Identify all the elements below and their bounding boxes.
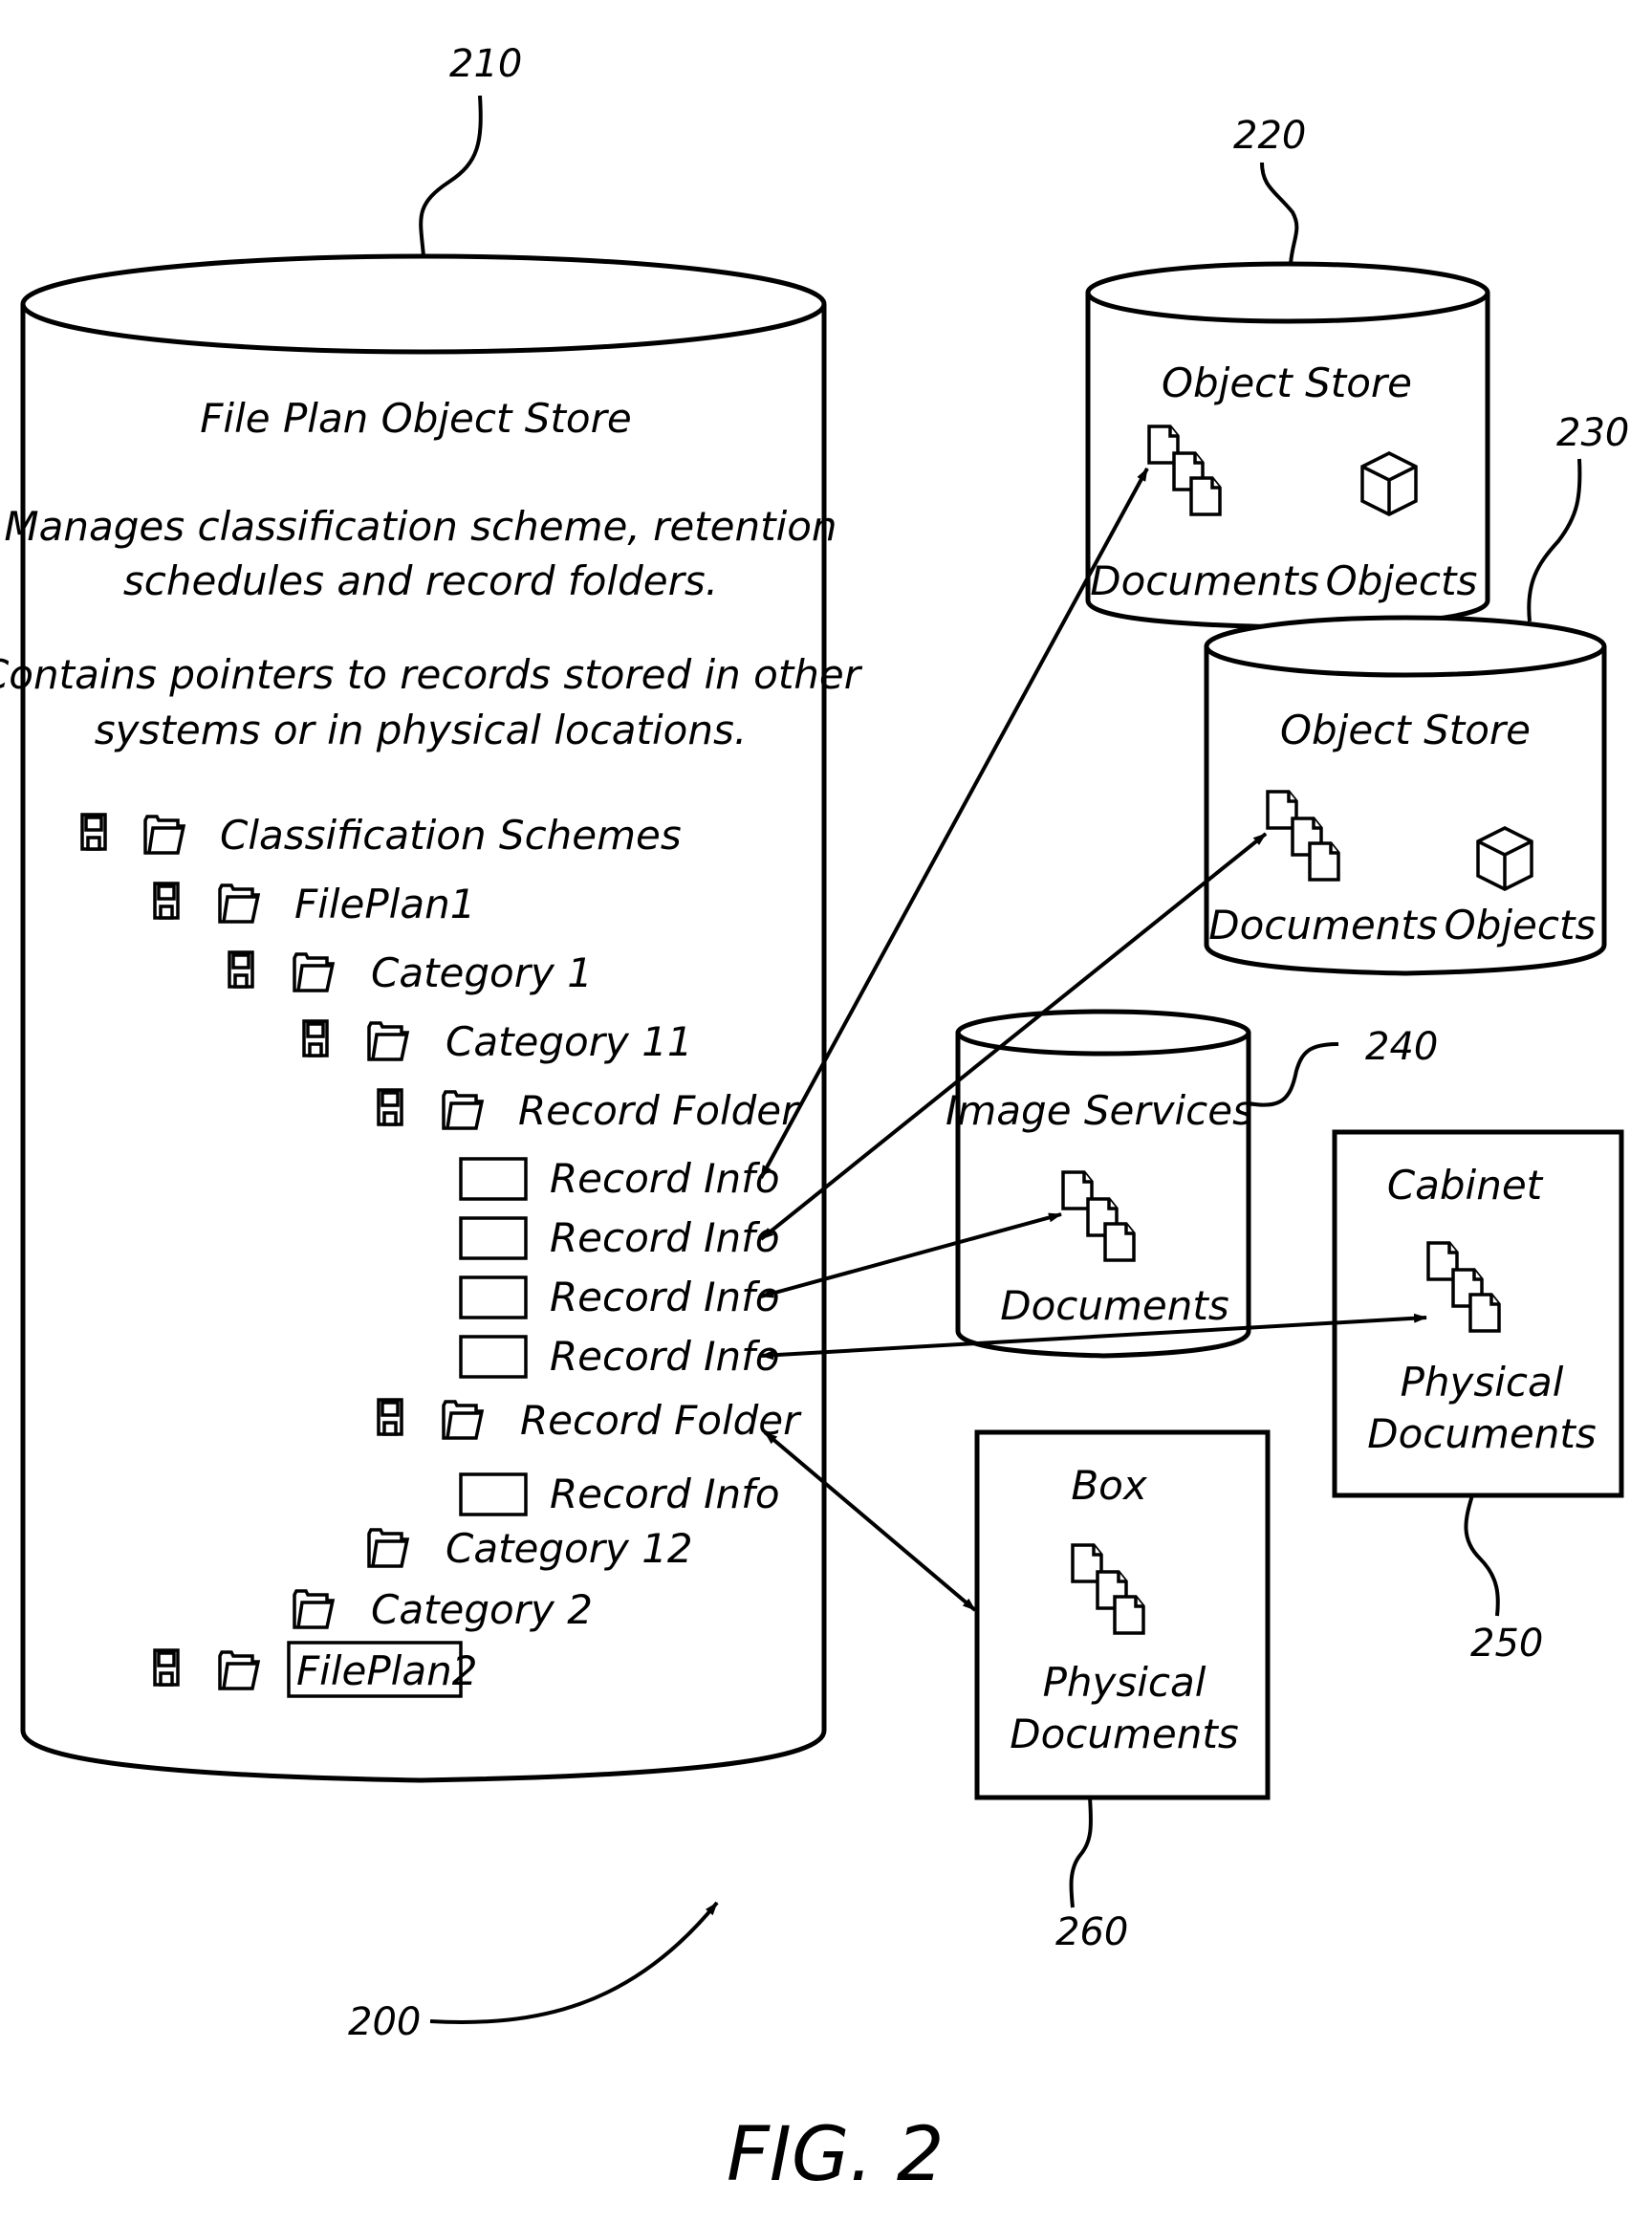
ref-240: 240 [1365, 1025, 1438, 1069]
tree-label: Category 1 [371, 949, 593, 996]
store-desc-2a: Contains pointers to records stored in o… [0, 651, 863, 698]
tree-label: Category 11 [446, 1018, 693, 1065]
tree-label: Category 12 [446, 1525, 693, 1572]
tree-label: Record Info [550, 1274, 780, 1320]
documents-label: Documents [1208, 902, 1437, 948]
figure-ref-200: 200 [348, 1901, 719, 2044]
folder-icon [143, 815, 185, 855]
documents-label: Documents [1000, 1282, 1228, 1329]
folder-icon [367, 1528, 409, 1568]
ref-200: 200 [348, 2000, 421, 2044]
folder-icon [218, 1650, 260, 1690]
cabinet-250: 250 Cabinet Physical Documents [1332, 1129, 1624, 1666]
leader-line-250 [1464, 1494, 1500, 1617]
physical-label: Physical [1401, 1359, 1564, 1406]
leader-line-240 [1248, 1042, 1339, 1107]
tree-label: FilePlan1 [294, 881, 475, 927]
tree-label: Record Info [550, 1214, 780, 1261]
ref-250: 250 [1470, 1622, 1543, 1666]
documents-label: Documents [1010, 1711, 1238, 1757]
box-260: 260 Box Physical Documents [974, 1429, 1271, 1954]
folder-icon [367, 1021, 409, 1061]
diagram-canvas: 210 File Plan Object Store Manages class… [0, 42, 1629, 2198]
store-desc-2b: systems or in physical locations. [95, 707, 747, 753]
tree-item[interactable]: Classification Schemes [80, 812, 682, 859]
tree-item[interactable]: Record Info [459, 1471, 780, 1517]
tree-label: Record Info [550, 1155, 780, 1202]
disk-icon [153, 1648, 180, 1687]
disk-icon [153, 882, 180, 920]
ref-230: 230 [1556, 411, 1629, 455]
store-desc-1b: schedules and record folders. [123, 557, 718, 604]
tree-item[interactable]: Record Info [459, 1214, 780, 1261]
objects-label: Objects [1326, 557, 1478, 604]
tree-item[interactable]: Record Info [459, 1333, 780, 1380]
store-title: Object Store [1280, 707, 1531, 753]
tree-label: Classification Schemes [220, 812, 682, 859]
leader-line-220 [1260, 162, 1299, 265]
leader-line-230 [1527, 458, 1582, 622]
objects-label: Objects [1445, 902, 1597, 948]
record-icon [459, 1335, 528, 1379]
ref-260: 260 [1055, 1910, 1128, 1954]
disk-icon [80, 813, 107, 851]
store-title: File Plan Object Store [200, 395, 631, 442]
folder-icon [293, 1589, 335, 1629]
tree-item[interactable]: Record Info [459, 1155, 780, 1202]
store-title: Image Services [946, 1087, 1253, 1134]
tree-label: Record Folder [520, 1397, 802, 1444]
tree-label: Record Folder [518, 1087, 800, 1134]
object-store-220: 220 Object Store Documents Objects [1085, 114, 1490, 630]
folder-icon [442, 1090, 484, 1130]
folder-icon [293, 952, 335, 992]
record-icon [459, 1472, 528, 1516]
leader-line-210 [419, 95, 483, 257]
box-title: Box [1071, 1462, 1148, 1509]
leader-arrow-200 [429, 1901, 719, 2024]
disk-icon [228, 950, 254, 989]
documents-label: Documents [1090, 557, 1318, 604]
record-icon [459, 1216, 528, 1260]
figure-caption: FIG. 2 [727, 2112, 945, 2198]
disk-icon [302, 1019, 329, 1057]
objects-icon [1476, 826, 1533, 891]
ref-210: 210 [449, 42, 522, 86]
tree-label: Category 2 [371, 1586, 593, 1633]
tree-label: FilePlan2 [296, 1647, 477, 1694]
tree-item[interactable]: Record Info [459, 1274, 780, 1320]
objects-icon [1360, 451, 1418, 516]
store-title: Object Store [1162, 360, 1412, 406]
cabinet-title: Cabinet [1387, 1162, 1544, 1209]
tree-label: Record Info [550, 1471, 780, 1517]
folder-icon [218, 883, 260, 924]
physical-label: Physical [1043, 1659, 1206, 1706]
disk-icon [377, 1398, 403, 1436]
disk-icon [377, 1088, 403, 1126]
store-desc-1a: Manages classification scheme, retention [4, 503, 837, 550]
record-icon [459, 1157, 528, 1201]
folder-icon [442, 1400, 484, 1440]
tree-label: Record Info [550, 1333, 780, 1380]
record-icon [459, 1275, 528, 1319]
ref-220: 220 [1233, 114, 1306, 158]
leader-line-260 [1069, 1797, 1093, 1908]
documents-label: Documents [1367, 1410, 1596, 1457]
